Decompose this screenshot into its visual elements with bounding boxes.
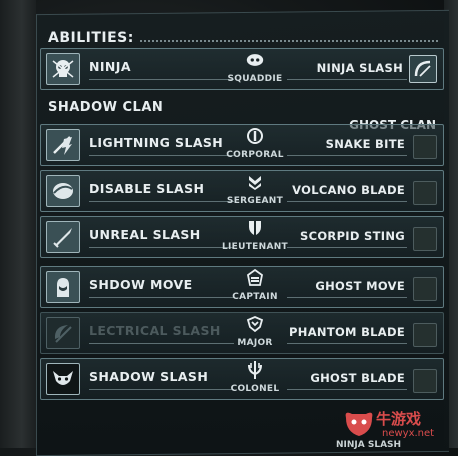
ability-left-label: DISABLE SLASH xyxy=(89,181,205,196)
major-icon xyxy=(245,315,265,333)
ability-row-captain[interactable]: SHDOW MOVE CAPTAIN GHOST MOVE xyxy=(40,266,444,308)
ability-right-label: SNAKE BITE xyxy=(325,137,405,151)
divider xyxy=(89,343,234,344)
ability-right-label: NINJA SLASH xyxy=(316,61,403,75)
ability-left-label: SHADOW SLASH xyxy=(89,369,209,384)
ability-row-sergeant[interactable]: DISABLE SLASH SERGEANT VOLCANO BLADE xyxy=(40,170,444,212)
lieutenant-icon xyxy=(245,219,265,237)
title-divider xyxy=(140,40,440,42)
rank-label: LIEUTENANT xyxy=(222,242,288,252)
sergeant-icon xyxy=(245,173,265,191)
ability-right-label: GHOST MOVE xyxy=(315,279,405,293)
divider xyxy=(89,389,234,390)
electrical-slash-icon xyxy=(46,317,80,349)
divider xyxy=(287,247,407,248)
shadow-clan-header: SHADOW CLAN xyxy=(48,100,164,115)
divider xyxy=(89,297,234,298)
ability-left-label: LIGHTNING SLASH xyxy=(89,135,224,150)
locked-ability-slot[interactable] xyxy=(413,277,437,301)
rank-label: CORPORAL xyxy=(226,150,284,160)
locked-ability-slot[interactable] xyxy=(413,135,437,159)
ability-row-squaddie[interactable]: NINJA SQUADDIE NINJA SLASH xyxy=(40,48,444,90)
ability-left-label: SHDOW MOVE xyxy=(89,277,193,292)
ability-right-label: VOLCANO BLADE xyxy=(292,183,405,197)
site-watermark: 牛游戏 newyx.net xyxy=(342,408,454,442)
ability-left-label: NINJA xyxy=(89,59,131,74)
ability-row-lieutenant[interactable]: UNREAL SLASH LIEUTENANT SCORPID STING xyxy=(40,216,444,258)
rank-label: SERGEANT xyxy=(226,196,284,206)
ability-row-corporal[interactable]: LIGHTNING SLASH CORPORAL SNAKE BITE xyxy=(40,124,444,166)
divider xyxy=(89,79,234,80)
divider xyxy=(287,155,407,156)
ability-right-label: GHOST BLADE xyxy=(310,371,405,385)
divider xyxy=(287,297,407,298)
ability-row-major[interactable]: LECTRICAL SLASH MAJOR PHANTOM BLADE xyxy=(40,312,444,354)
ability-left-label: UNREAL SLASH xyxy=(89,227,201,242)
watermark-text: 牛游戏 xyxy=(376,410,422,428)
divider xyxy=(287,389,407,390)
disable-slash-icon xyxy=(46,175,80,207)
abilities-title: ABILITIES: xyxy=(48,30,134,46)
ninja-skull-icon xyxy=(46,53,80,85)
locked-ability-slot[interactable] xyxy=(413,369,437,393)
background-left xyxy=(0,0,36,448)
lightning-slash-icon xyxy=(46,129,80,161)
divider xyxy=(89,155,234,156)
ability-row-colonel[interactable]: SHADOW SLASH COLONEL GHOST BLADE xyxy=(40,358,444,400)
ability-left-label: LECTRICAL SLASH xyxy=(89,323,221,338)
shadow-move-icon xyxy=(46,271,80,303)
locked-ability-slot[interactable] xyxy=(413,181,437,205)
rank-label: SQUADDIE xyxy=(227,74,283,84)
locked-ability-slot[interactable] xyxy=(413,323,437,347)
divider xyxy=(287,343,407,344)
locked-ability-slot[interactable] xyxy=(413,227,437,251)
corporal-icon xyxy=(245,127,265,145)
captain-icon xyxy=(245,269,265,287)
shadow-slash-icon xyxy=(46,363,80,395)
unreal-slash-icon xyxy=(46,221,80,253)
divider xyxy=(89,201,234,202)
rank-label: CAPTAIN xyxy=(232,292,278,302)
rank-label: COLONEL xyxy=(230,384,280,394)
ninja-slash-icon xyxy=(409,55,437,83)
bull-logo-icon xyxy=(345,412,373,436)
divider xyxy=(287,79,407,80)
squaddie-icon xyxy=(245,51,265,69)
divider xyxy=(287,201,407,202)
ability-right-label: PHANTOM BLADE xyxy=(289,325,405,339)
watermark-url: newyx.net xyxy=(382,428,435,439)
colonel-icon xyxy=(245,361,265,379)
rank-label: MAJOR xyxy=(237,338,273,348)
ability-right-label: SCORPID STING xyxy=(300,229,405,243)
divider xyxy=(89,247,234,248)
